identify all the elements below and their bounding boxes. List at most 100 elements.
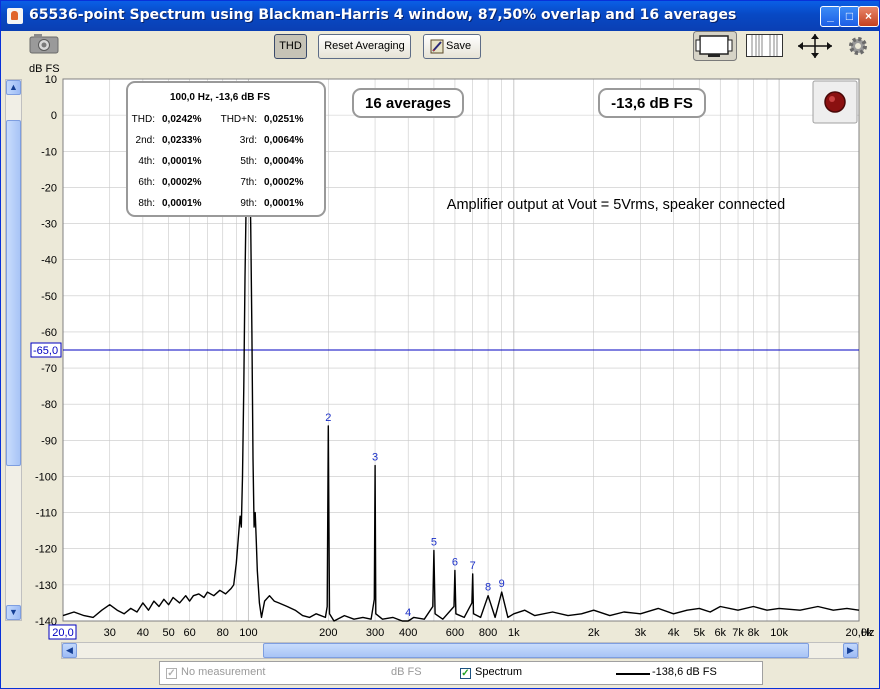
no-measurement-checkbox[interactable]: ✓ [166, 668, 177, 679]
y-tick-label: -100 [35, 471, 57, 483]
x-tick-label: 60 [183, 627, 195, 639]
scroll-up-arrow[interactable]: ▲ [6, 80, 21, 95]
svg-text:-13,6 dB FS: -13,6 dB FS [611, 95, 693, 112]
y-tick-label: -80 [41, 399, 57, 411]
x-tick-label: 100 [239, 627, 257, 639]
horizontal-scroll-thumb[interactable] [263, 643, 809, 658]
record-button[interactable] [812, 80, 858, 124]
harmonic-label-9: 9 [499, 578, 505, 590]
x-tick-label: 400 [399, 627, 417, 639]
thd-row-value: 0,0001% [264, 198, 304, 209]
scroll-left-arrow[interactable]: ◀ [62, 643, 77, 658]
thd-row-label: 3rd: [240, 135, 257, 146]
spectrum-chart[interactable]: dB FS 100-10-20-30-40-50-60-70-80-90-100… [1, 61, 879, 641]
harmonic-label-3: 3 [372, 452, 378, 464]
x-axis-unit: Hz [861, 627, 874, 639]
title-bar: 65536-point Spectrum using Blackman-Harr… [1, 1, 879, 31]
x-tick-label: 8k [748, 627, 760, 639]
vertical-scrollbar[interactable]: ▲ ▼ [5, 79, 22, 621]
x-tick-label: 30 [104, 627, 116, 639]
app-window: 65536-point Spectrum using Blackman-Harr… [0, 0, 880, 689]
x-tick-label: 20,0 [52, 627, 73, 639]
no-measurement-toggle[interactable]: ✓ No measurement [166, 666, 265, 679]
harmonic-label-2: 2 [325, 412, 331, 424]
x-tick-label: 3k [635, 627, 647, 639]
y-tick-label: 10 [45, 74, 57, 86]
harmonic-label-5: 5 [431, 537, 437, 549]
level-badge: -13,6 dB FS [598, 88, 706, 118]
maximize-button[interactable]: □ [839, 6, 860, 27]
spectrum-toggle[interactable]: ✓ Spectrum [460, 666, 522, 679]
thd-row-value: 0,0064% [264, 135, 304, 146]
x-tick-label: 40 [137, 627, 149, 639]
spectrum-label: Spectrum [475, 666, 523, 678]
y-tick-label: -60 [41, 327, 57, 339]
monitor-icon[interactable] [693, 31, 737, 61]
reset-averaging-button[interactable]: Reset Averaging [318, 34, 411, 59]
vertical-scroll-thumb[interactable] [6, 120, 21, 466]
cursor-value-label: -65,0 [30, 342, 62, 358]
thd-row-label: 4th: [138, 156, 155, 167]
thd-button[interactable]: THD [274, 34, 307, 59]
close-button[interactable]: × [858, 6, 879, 27]
x-tick-label: 80 [217, 627, 229, 639]
thd-row-value: 0,0002% [162, 177, 202, 188]
thd-row-label: 6th: [138, 177, 155, 188]
harmonic-label-7: 7 [470, 560, 476, 572]
thd-row-label: 9th: [240, 198, 257, 209]
x-tick-label: 10k [770, 627, 788, 639]
harmonic-label-6: 6 [452, 556, 458, 568]
x-tick-label: 5k [693, 627, 705, 639]
y-tick-label: -90 [41, 435, 57, 447]
x-tick-label: 7k [732, 627, 744, 639]
x-tick-label: 200 [319, 627, 337, 639]
y-tick-label: -50 [41, 291, 57, 303]
annotation-text: Amplifier output at Vout = 5Vrms, speake… [447, 197, 785, 213]
thd-row-label: 2nd: [136, 135, 155, 146]
legend-line-swatch [616, 673, 650, 675]
gear-icon[interactable] [847, 35, 869, 57]
thd-row-value: 0,0001% [162, 198, 202, 209]
scroll-right-arrow[interactable]: ▶ [843, 643, 858, 658]
thd-panel: 100,0 Hz, -13,6 dB FS THD: 0,0242% THD+N: 0… [126, 81, 326, 217]
x-tick-label: 300 [366, 627, 384, 639]
svg-text:-65,0: -65,0 [33, 345, 58, 357]
scroll-down-arrow[interactable]: ▼ [6, 605, 21, 620]
legend-unit: dB FS [391, 666, 422, 678]
x-tick-label: 600 [446, 627, 464, 639]
y-tick-label: -120 [35, 544, 57, 556]
thd-row-value: 0,0242% [162, 114, 202, 125]
java-icon [7, 8, 23, 24]
horizontal-scrollbar[interactable]: ◀ ▶ [61, 642, 859, 659]
toolbar: THD Reset Averaging Save [1, 31, 879, 65]
thd-header: 100,0 Hz, -13,6 dB FS [170, 92, 270, 103]
y-tick-label: -110 [36, 508, 57, 520]
minimize-button[interactable]: _ [820, 6, 841, 27]
thd-row-value: 0,0001% [162, 156, 202, 167]
save-button[interactable]: Save [423, 34, 481, 59]
thd-row-label: THD: [132, 114, 155, 125]
no-measurement-label: No measurement [181, 666, 266, 678]
legend-value: -138,6 dB FS [652, 666, 717, 678]
x-tick-label: 2k [588, 627, 600, 639]
spectrum-checkbox[interactable]: ✓ [460, 668, 471, 679]
grid-icon[interactable] [746, 34, 784, 58]
thd-row-value: 0,0233% [162, 135, 202, 146]
thd-row-label: THD+N: [221, 114, 257, 125]
expand-icon[interactable] [796, 32, 834, 60]
x-tick-label: 4k [668, 627, 680, 639]
thd-row-value: 0,0004% [264, 156, 304, 167]
save-label: Save [446, 40, 472, 52]
harmonic-label-4: 4 [405, 607, 411, 619]
save-icon [430, 39, 444, 54]
thd-row-label: 7th: [240, 177, 257, 188]
harmonic-label-8: 8 [485, 582, 491, 594]
thd-row-value: 0,0251% [264, 114, 304, 125]
thd-row-label: 5th: [240, 156, 257, 167]
thd-row-label: 8th: [138, 198, 155, 209]
x-tick-labels: 20,0 30 40 50 60 80 100 200 300 400 600 800 1k 2k 3k 4k… [48, 624, 873, 640]
camera-icon[interactable] [28, 33, 62, 55]
y-tick-label: -30 [41, 219, 57, 231]
x-tick-label: 6k [714, 627, 726, 639]
window-title: 65536-point Spectrum using Blackman-Harr… [29, 7, 737, 23]
